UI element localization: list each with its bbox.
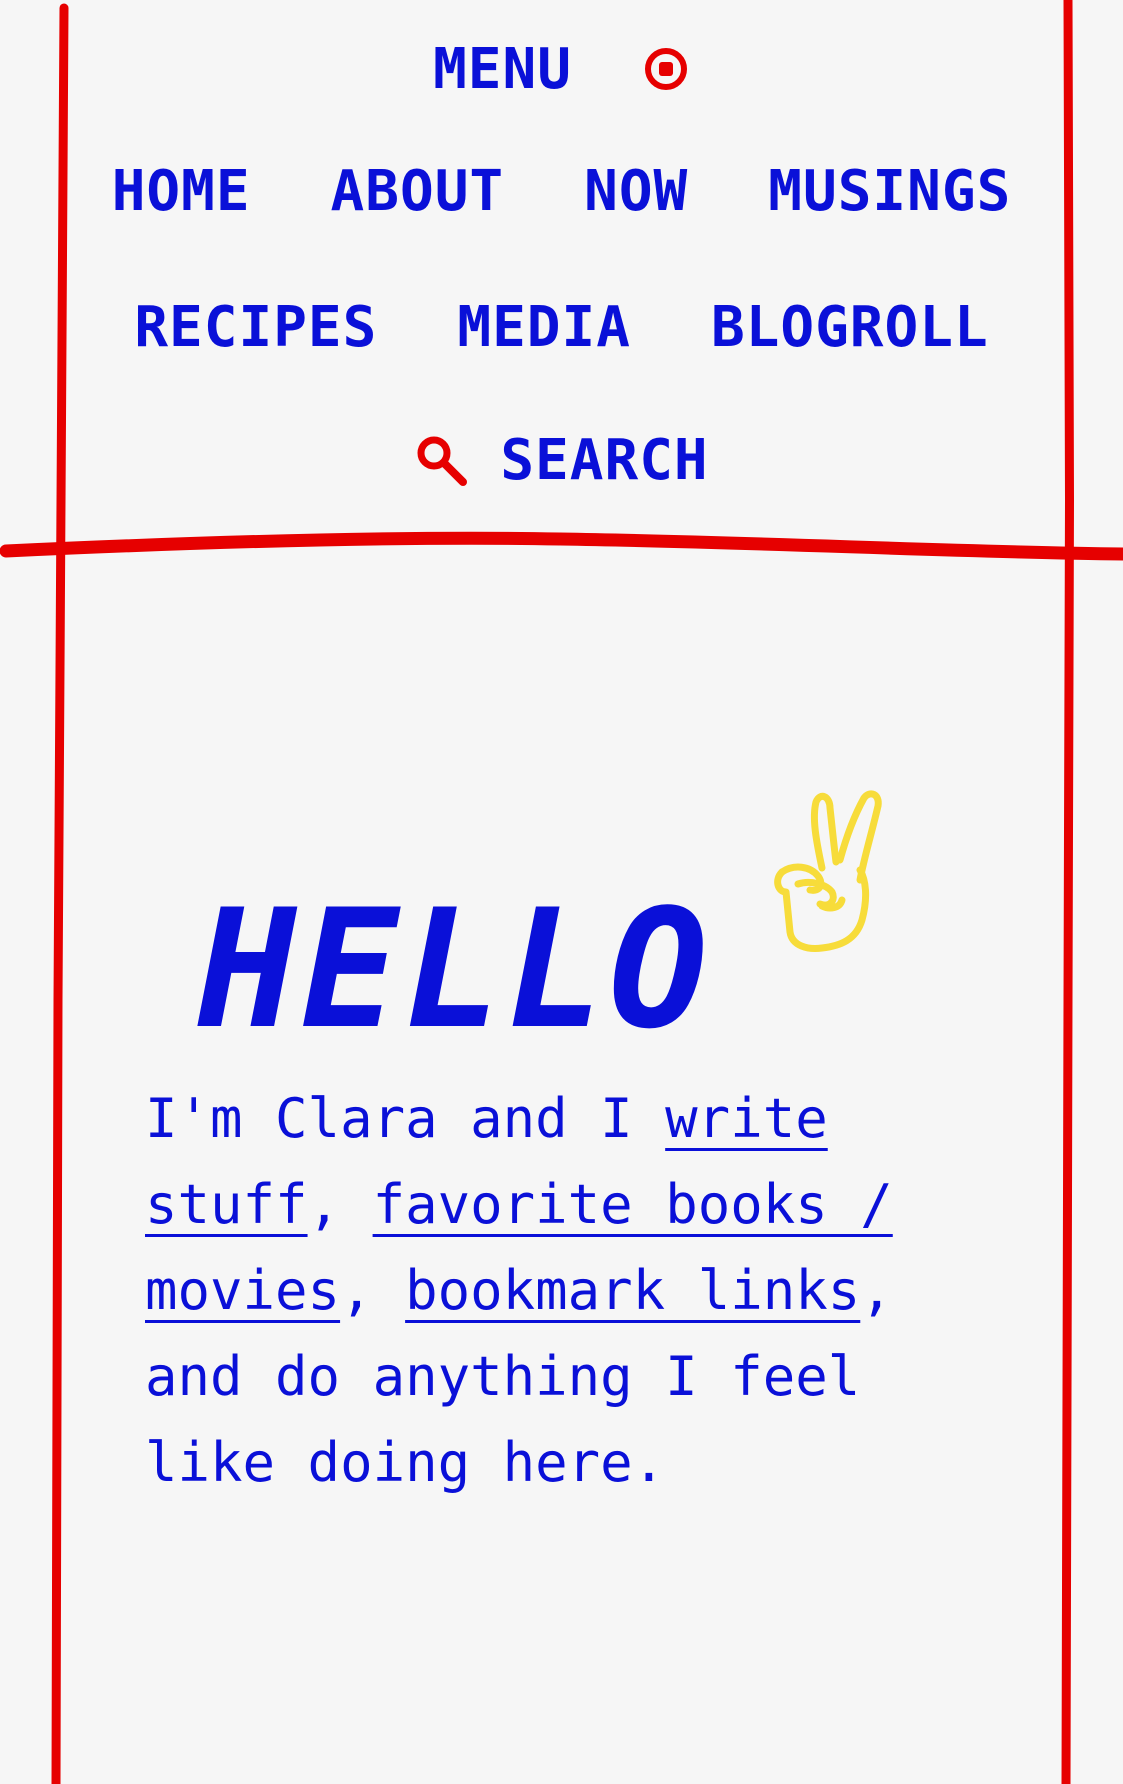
nav-home[interactable]: HOME — [112, 157, 251, 227]
hero-title: HELLO — [198, 873, 712, 1065]
nav-row-2: RECIPES MEDIA BLOGROLL — [0, 293, 1123, 363]
intro-text-3: , — [340, 1259, 406, 1322]
nav-blogroll[interactable]: BLOGROLL — [711, 293, 989, 363]
intro-paragraph: I'm Clara and I write stuff, favorite bo… — [145, 1076, 1005, 1506]
right-frame-line — [1060, 0, 1074, 1784]
nav-recipes[interactable]: RECIPES — [134, 293, 377, 363]
nav-media[interactable]: MEDIA — [457, 293, 631, 363]
nav-now[interactable]: NOW — [584, 157, 688, 227]
header-divider-line — [0, 531, 1123, 561]
left-frame-line — [50, 3, 69, 1784]
search-link[interactable]: SEARCH — [500, 426, 708, 496]
nav-row-1: HOME ABOUT NOW MUSINGS — [0, 157, 1123, 227]
intro-text-2: , — [307, 1173, 373, 1236]
menu-button[interactable]: MENU — [433, 37, 572, 102]
nav-about[interactable]: ABOUT — [331, 157, 505, 227]
search-row: SEARCH — [0, 426, 1123, 496]
target-icon[interactable] — [642, 45, 690, 93]
peace-hand-icon — [774, 790, 882, 952]
nav-musings[interactable]: MUSINGS — [768, 157, 1011, 227]
bookmark-links-link[interactable]: bookmark links — [405, 1259, 860, 1322]
menu-row: MENU — [0, 34, 1123, 104]
search-icon[interactable] — [414, 433, 470, 489]
intro-text-1: I'm Clara and I — [145, 1087, 666, 1150]
